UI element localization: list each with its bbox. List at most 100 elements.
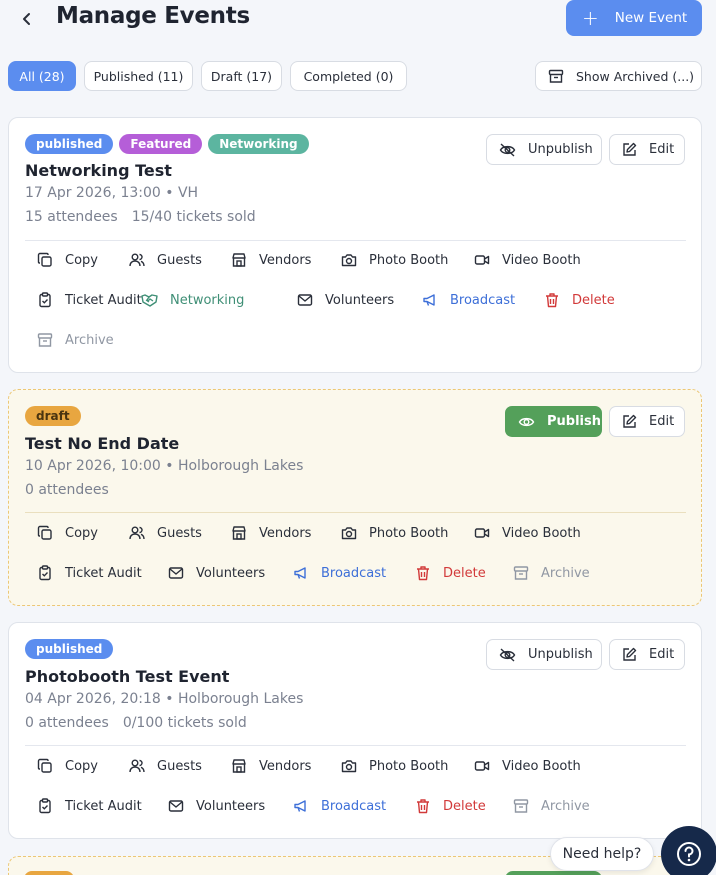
clipboard-check-icon (39, 292, 51, 308)
copy-label: Copy (65, 525, 98, 541)
new-event-label: New Event (614, 10, 688, 26)
archive-action[interactable]: Archive (513, 796, 590, 816)
clipboard-check-icon (39, 798, 51, 814)
volunteers-action[interactable]: Volunteers (297, 290, 394, 310)
photo-booth-label: Photo Booth (369, 758, 449, 774)
edit-pencil-icon (623, 647, 637, 661)
delete-label: Delete (443, 565, 486, 581)
photo-booth-label: Photo Booth (369, 252, 449, 268)
filter-completed[interactable]: Completed (0) (290, 61, 407, 91)
networking-label: Networking (170, 292, 245, 308)
store-icon (232, 526, 246, 540)
vendors-action[interactable]: Vendors (231, 250, 311, 270)
question-icon (677, 842, 701, 866)
archive-label: Archive (65, 332, 114, 348)
photo-booth-action[interactable]: Photo Booth (341, 756, 448, 776)
edit-label: Edit (649, 142, 675, 157)
megaphone-icon (294, 567, 306, 579)
ticket-audit-label: Ticket Audit (65, 565, 142, 581)
unpublish-button[interactable]: Unpublish (486, 134, 602, 165)
mail-icon (297, 294, 313, 306)
video-booth-label: Video Booth (502, 525, 581, 541)
vendors-label: Vendors (259, 525, 312, 541)
help-button[interactable] (661, 826, 716, 875)
video-booth-action[interactable]: Video Booth (474, 756, 581, 776)
event-date-location: 17 Apr 2026, 13:00 • VH (25, 185, 199, 201)
copy-action[interactable]: Copy (37, 756, 98, 776)
event-title: Test No End Date (25, 434, 180, 453)
archive-action[interactable]: Archive (513, 563, 590, 583)
broadcast-action[interactable]: Broadcast (293, 563, 386, 583)
tickets-sold: 0/100 tickets sold (122, 715, 247, 731)
video-booth-action[interactable]: Video Booth (474, 523, 581, 543)
handshake-icon (141, 294, 158, 307)
photo-booth-action[interactable]: Photo Booth (341, 250, 448, 270)
event-badges: draft (25, 406, 81, 426)
show-archived-button[interactable]: Show Archived (...) (535, 61, 702, 91)
broadcast-label: Broadcast (450, 292, 516, 308)
event-stats: 15 attendees 15/40 tickets sold (25, 209, 256, 225)
copy-action[interactable]: Copy (37, 250, 98, 270)
show-archived-label: Show Archived (...) (576, 68, 695, 84)
unpublish-button[interactable]: Unpublish (486, 639, 602, 670)
event-card: draft Test No End Date 10 Apr 2026, 10:0… (8, 389, 702, 606)
delete-action[interactable]: Delete (544, 290, 615, 310)
volunteers-action[interactable]: Volunteers (168, 563, 265, 583)
broadcast-action[interactable]: Broadcast (293, 796, 386, 816)
guests-action[interactable]: Guests (129, 523, 202, 543)
archive-action[interactable]: Archive (37, 330, 114, 350)
copy-label: Copy (65, 758, 98, 774)
delete-label: Delete (443, 798, 486, 814)
need-help-tooltip[interactable]: Need help? (550, 837, 654, 871)
video-camera-icon (474, 528, 490, 538)
delete-action[interactable]: Delete (415, 796, 486, 816)
copy-icon (37, 758, 52, 773)
event-date-location: 04 Apr 2026, 20:18 • Holborough Lakes (25, 691, 304, 707)
volunteers-action[interactable]: Volunteers (168, 796, 265, 816)
edit-button[interactable]: Edit (609, 639, 685, 670)
new-event-button[interactable]: + New Event (566, 0, 702, 36)
networking-action[interactable]: Networking (141, 290, 244, 310)
event-badges: published (25, 639, 114, 659)
edit-pencil-icon (623, 142, 637, 156)
video-booth-label: Video Booth (502, 758, 581, 774)
unpublish-label: Unpublish (528, 647, 593, 662)
broadcast-action[interactable]: Broadcast (422, 290, 515, 310)
guests-label: Guests (157, 525, 202, 541)
filter-all[interactable]: All (28) (8, 61, 76, 91)
filter-published[interactable]: Published (11) (84, 61, 193, 91)
vendors-action[interactable]: Vendors (231, 523, 311, 543)
eye-off-icon (499, 647, 516, 662)
volunteers-label: Volunteers (325, 292, 395, 308)
edit-button[interactable]: Edit (609, 406, 685, 437)
vendors-action[interactable]: Vendors (231, 756, 311, 776)
users-icon (129, 526, 145, 540)
status-badge-published: published (25, 134, 114, 154)
vendors-label: Vendors (259, 758, 312, 774)
guests-action[interactable]: Guests (129, 250, 202, 270)
page-title: Manage Events (56, 3, 250, 29)
status-badge-published: published (25, 639, 114, 659)
copy-action[interactable]: Copy (37, 523, 98, 543)
back-chevron-icon[interactable] (16, 8, 38, 30)
archive-icon (513, 566, 529, 580)
unpublish-label: Unpublish (528, 142, 593, 157)
camera-icon (341, 527, 357, 540)
delete-action[interactable]: Delete (415, 563, 486, 583)
ticket-audit-action[interactable]: Ticket Audit (37, 796, 142, 816)
publish-label: Publish (547, 414, 601, 429)
publish-button-partial[interactable] (505, 871, 602, 875)
ticket-audit-action[interactable]: Ticket Audit (37, 290, 142, 310)
edit-button[interactable]: Edit (609, 134, 685, 165)
event-title: Photobooth Test Event (25, 667, 230, 686)
guests-action[interactable]: Guests (129, 756, 202, 776)
photo-booth-label: Photo Booth (369, 525, 449, 541)
archive-label: Archive (541, 565, 590, 581)
photo-booth-action[interactable]: Photo Booth (341, 523, 448, 543)
event-date-location: 10 Apr 2026, 10:00 • Holborough Lakes (25, 458, 304, 474)
filter-draft[interactable]: Draft (17) (201, 61, 282, 91)
ticket-audit-action[interactable]: Ticket Audit (37, 563, 142, 583)
megaphone-icon (294, 800, 306, 812)
video-booth-action[interactable]: Video Booth (474, 250, 581, 270)
publish-button[interactable]: Publish (505, 406, 602, 437)
